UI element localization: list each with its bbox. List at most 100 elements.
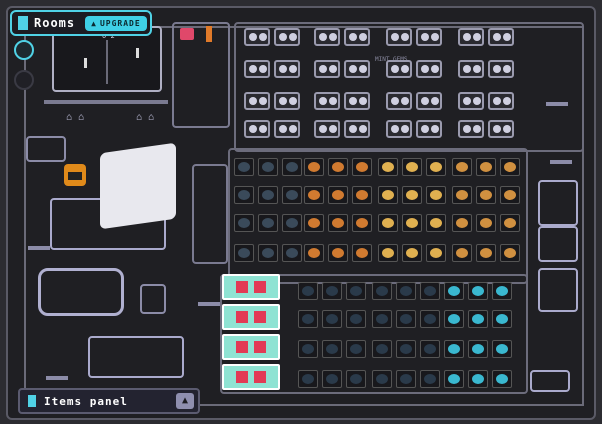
asic-miner[interactable] — [426, 214, 446, 232]
gpu-rig[interactable] — [274, 120, 300, 138]
asic-miner[interactable] — [452, 214, 472, 232]
asic-miner[interactable] — [476, 158, 496, 176]
asic-miner[interactable] — [304, 186, 324, 204]
asic-miner[interactable] — [500, 186, 520, 204]
gpu-rig[interactable] — [386, 92, 412, 110]
tool-chest[interactable] — [530, 370, 570, 392]
asic-miner[interactable] — [328, 158, 348, 176]
asic-miner[interactable] — [298, 340, 318, 358]
gpu-rig[interactable] — [274, 60, 300, 78]
rooms-button[interactable]: Rooms ▲ UPGRADE — [10, 10, 152, 36]
gpu-rig[interactable] — [344, 60, 370, 78]
asic-miner[interactable] — [396, 310, 416, 328]
asic-miner[interactable] — [396, 282, 416, 300]
gpu-rig[interactable] — [344, 120, 370, 138]
asic-miner[interactable] — [282, 186, 302, 204]
asic-miner[interactable] — [476, 186, 496, 204]
asic-miner[interactable] — [234, 244, 254, 262]
asic-miner[interactable] — [452, 186, 472, 204]
asic-miner[interactable] — [282, 214, 302, 232]
asic-miner[interactable] — [402, 158, 422, 176]
gpu-rig[interactable] — [416, 120, 442, 138]
asic-miner[interactable] — [322, 310, 342, 328]
pixel-heart-miner[interactable] — [222, 304, 280, 330]
asic-miner[interactable] — [234, 186, 254, 204]
asic-miner[interactable] — [352, 214, 372, 232]
asic-miner[interactable] — [452, 158, 472, 176]
gpu-rig[interactable] — [458, 28, 484, 46]
asic-miner[interactable] — [372, 340, 392, 358]
trash-bin[interactable] — [140, 284, 166, 314]
asic-miner[interactable] — [372, 370, 392, 388]
asic-miner[interactable] — [328, 244, 348, 262]
asic-miner[interactable] — [352, 158, 372, 176]
asic-miner[interactable] — [298, 310, 318, 328]
gpu-rig[interactable] — [458, 60, 484, 78]
asic-miner[interactable] — [426, 158, 446, 176]
pixel-heart-miner[interactable] — [222, 334, 280, 360]
pixel-heart-miner[interactable] — [222, 274, 280, 300]
asic-miner[interactable] — [346, 370, 366, 388]
gpu-rig[interactable] — [488, 28, 514, 46]
safe[interactable] — [538, 226, 578, 262]
room-select-2[interactable] — [14, 70, 34, 90]
gpu-rig[interactable] — [314, 92, 340, 110]
asic-miner[interactable] — [346, 340, 366, 358]
foosball-table[interactable] — [88, 336, 184, 378]
asic-miner[interactable] — [444, 310, 464, 328]
asic-miner[interactable] — [500, 214, 520, 232]
asic-miner[interactable] — [322, 282, 342, 300]
gpu-rig[interactable] — [458, 92, 484, 110]
asic-miner[interactable] — [420, 370, 440, 388]
asic-miner[interactable] — [420, 310, 440, 328]
gpu-rig[interactable] — [344, 28, 370, 46]
sofa[interactable] — [38, 268, 124, 316]
asic-miner[interactable] — [444, 340, 464, 358]
computer-monitor[interactable] — [100, 142, 176, 230]
asic-miner[interactable] — [378, 244, 398, 262]
asic-miner[interactable] — [492, 310, 512, 328]
chevron-up-icon[interactable]: ▲ — [176, 393, 194, 409]
asic-miner[interactable] — [328, 214, 348, 232]
asic-miner[interactable] — [298, 370, 318, 388]
asic-miner[interactable] — [304, 158, 324, 176]
asic-miner[interactable] — [452, 244, 472, 262]
gpu-rig[interactable] — [244, 60, 270, 78]
gpu-rig[interactable] — [314, 60, 340, 78]
gpu-rig[interactable] — [274, 28, 300, 46]
gpu-rig[interactable] — [314, 28, 340, 46]
asic-miner[interactable] — [468, 310, 488, 328]
asic-miner[interactable] — [402, 214, 422, 232]
asic-miner[interactable] — [258, 214, 278, 232]
pixel-heart-miner[interactable] — [222, 364, 280, 390]
asic-miner[interactable] — [426, 244, 446, 262]
asic-miner[interactable] — [492, 340, 512, 358]
gpu-rig[interactable] — [344, 92, 370, 110]
asic-miner[interactable] — [500, 158, 520, 176]
gpu-rig[interactable] — [488, 92, 514, 110]
asic-miner[interactable] — [346, 282, 366, 300]
asic-miner[interactable] — [304, 244, 324, 262]
asic-miner[interactable] — [352, 244, 372, 262]
asic-miner[interactable] — [500, 244, 520, 262]
armchair[interactable] — [538, 268, 578, 312]
asic-miner[interactable] — [258, 186, 278, 204]
gpu-rig[interactable] — [244, 92, 270, 110]
asic-miner[interactable] — [402, 244, 422, 262]
asic-miner[interactable] — [372, 310, 392, 328]
asic-miner[interactable] — [322, 340, 342, 358]
room-select-1[interactable] — [14, 40, 34, 60]
asic-miner[interactable] — [492, 370, 512, 388]
gpu-rig[interactable] — [416, 60, 442, 78]
gpu-rig[interactable] — [488, 60, 514, 78]
asic-miner[interactable] — [426, 186, 446, 204]
asic-miner[interactable] — [234, 214, 254, 232]
asic-miner[interactable] — [328, 186, 348, 204]
gpu-rig[interactable] — [416, 28, 442, 46]
asic-miner[interactable] — [378, 214, 398, 232]
gpu-rig[interactable] — [244, 28, 270, 46]
asic-miner[interactable] — [346, 310, 366, 328]
items-panel-bar[interactable]: Items panel ▲ — [18, 388, 200, 414]
asic-miner[interactable] — [402, 186, 422, 204]
gpu-rig[interactable] — [274, 92, 300, 110]
